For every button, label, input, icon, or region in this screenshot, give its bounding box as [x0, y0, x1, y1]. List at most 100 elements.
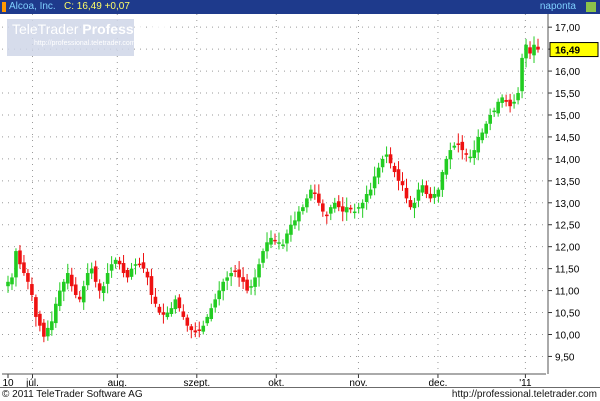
candle-body	[26, 273, 30, 282]
candle-body	[261, 251, 265, 263]
candle-body	[265, 242, 269, 252]
candle-body	[420, 185, 425, 193]
candle-body	[125, 270, 130, 278]
candle-body	[520, 57, 524, 92]
candle-body	[317, 193, 321, 203]
x-tick-label: nov.	[349, 378, 367, 387]
window-corner-icon[interactable]	[586, 2, 596, 12]
candle-body	[141, 262, 146, 269]
candle-body	[504, 100, 508, 102]
candle-body	[217, 290, 222, 300]
candle-body	[213, 299, 218, 308]
y-tick-label: 13,00	[555, 199, 580, 210]
last-price-label: 16,49	[555, 46, 580, 57]
candle-body	[109, 264, 114, 271]
candle-body	[516, 93, 520, 101]
candle-body	[301, 207, 305, 212]
candle-body	[137, 263, 142, 266]
candlestick-chart[interactable]: 9,50 10,00 10,50 11,00 11,50 12,00 12,50 13,00 1…	[0, 14, 600, 387]
y-tick-label: 14,00	[555, 155, 580, 166]
candle-body	[392, 165, 397, 173]
candle-body	[241, 277, 245, 282]
candle-body	[444, 158, 449, 175]
y-tick-label: 12,50	[555, 221, 580, 232]
candle-body	[61, 281, 66, 292]
chart-window: Alcoa, Inc. C: 16,49 +0,07 naponta 9,50 1…	[0, 0, 600, 401]
candle-body	[512, 101, 516, 104]
candle-body	[456, 143, 461, 145]
candle-body	[440, 172, 445, 190]
instrument-name[interactable]: Alcoa, Inc.	[9, 0, 56, 14]
candle-body	[169, 308, 174, 314]
chart-footer: © 2011 TeleTrader Software AG http://pro…	[0, 387, 600, 401]
candle-body	[281, 244, 285, 246]
y-tick-label: 9,50	[555, 352, 575, 363]
candle-body	[424, 185, 429, 194]
candle-body	[193, 330, 198, 333]
candle-body	[197, 329, 202, 331]
frequency-label[interactable]: naponta	[540, 0, 576, 14]
teletrader-logo: TeleTrader Professional http://professio…	[7, 19, 166, 56]
candle-body	[233, 270, 237, 272]
candle-body	[205, 316, 210, 324]
candle-body	[472, 150, 477, 159]
candle-body	[10, 277, 14, 285]
y-tick-label: 17,00	[555, 23, 580, 34]
y-tick-label: 16,00	[555, 67, 580, 78]
candle-body	[30, 284, 34, 295]
y-tick-label: 15,00	[555, 111, 580, 122]
candle-body	[77, 296, 82, 300]
candle-body	[336, 201, 341, 208]
candle-body	[113, 259, 118, 264]
candle-body	[54, 303, 58, 324]
x-tick-label: 10	[2, 378, 14, 387]
candle-body	[464, 153, 469, 155]
candle-body	[229, 273, 233, 277]
candle-body	[237, 269, 241, 278]
candle-body	[484, 123, 488, 134]
series-color-marker	[2, 2, 6, 12]
candle-body	[460, 141, 465, 151]
x-tick-label: szept.	[183, 378, 210, 387]
candle-body	[428, 193, 433, 199]
candle-body	[277, 242, 281, 244]
candle-body	[161, 312, 166, 315]
candle-body	[412, 202, 417, 209]
candle-body	[448, 150, 453, 160]
candle-body	[129, 268, 134, 277]
candle-body	[46, 327, 50, 337]
candle-body	[81, 286, 86, 303]
y-tick-label: 11,50	[555, 265, 580, 276]
x-tick-label: '11	[519, 378, 532, 387]
candle-body	[157, 306, 162, 313]
candle-body	[396, 169, 401, 181]
candle-body	[372, 176, 377, 189]
x-tick-label: okt.	[268, 378, 284, 387]
candle-body	[368, 189, 373, 196]
instrument-price: C: 16,49 +0,07	[64, 1, 130, 12]
candle-body	[380, 158, 385, 168]
candle-body	[221, 281, 225, 292]
plot-area	[2, 14, 546, 374]
candle-body	[189, 326, 194, 331]
candle-body	[173, 299, 178, 310]
logo-title: TeleTrader Professional	[12, 21, 167, 37]
candle-body	[249, 286, 253, 288]
chart-header-bar: Alcoa, Inc. C: 16,49 +0,07 naponta	[0, 0, 600, 14]
footer-url[interactable]: http://professional.teletrader.com	[452, 389, 597, 400]
candle-body	[468, 156, 473, 159]
y-tick-label: 10,50	[555, 309, 580, 320]
y-tick-label: 13,50	[555, 177, 580, 188]
candle-body	[257, 264, 261, 278]
candle-body	[492, 110, 496, 113]
candle-body	[245, 279, 249, 291]
candle-body	[117, 260, 122, 265]
candle-body	[133, 264, 138, 266]
candle-body	[105, 273, 110, 284]
x-tick-label: dec.	[428, 378, 447, 387]
candle-body	[360, 202, 365, 209]
candle-body	[408, 200, 413, 208]
candle-body	[356, 207, 361, 209]
candle-body	[528, 47, 532, 54]
copyright-text: © 2011 TeleTrader Software AG	[2, 389, 143, 400]
